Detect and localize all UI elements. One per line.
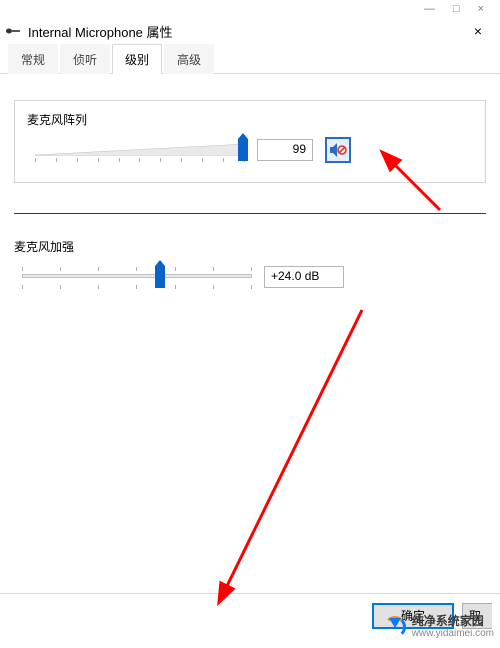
group-mic-array: 麦克风阵列 99 <box>14 100 486 183</box>
tab-listen[interactable]: 侦听 <box>60 44 110 74</box>
watermark-url: www.yidaimei.com <box>412 628 494 639</box>
mute-button[interactable] <box>325 137 351 163</box>
section-divider <box>14 213 486 214</box>
microphone-icon <box>4 24 22 38</box>
titlebar: Internal Microphone 属性 × <box>0 18 500 44</box>
minimize-icon[interactable]: — <box>424 3 435 15</box>
watermark-title: 纯净系统家园 <box>412 615 494 628</box>
tab-advanced[interactable]: 高级 <box>164 44 214 74</box>
mic-boost-slider-thumb[interactable] <box>155 266 165 288</box>
window-title: Internal Microphone 属性 <box>28 22 468 41</box>
maximize-icon[interactable]: □ <box>453 3 460 15</box>
mic-array-label: 麦克风阵列 <box>27 111 473 128</box>
watermark-logo-icon <box>384 616 406 638</box>
watermark: 纯净系统家园 www.yidaimei.com <box>384 615 494 639</box>
mic-array-slider[interactable] <box>35 136 245 164</box>
tab-general[interactable]: 常规 <box>8 44 58 74</box>
group-mic-boost: 麦克风加强 +24.0 dB <box>14 238 486 291</box>
dialog-close-icon[interactable]: × <box>468 21 488 41</box>
tab-strip: 常规 侦听 级别 高级 <box>0 44 500 74</box>
window-controls: — □ × <box>0 0 500 18</box>
mic-array-value[interactable]: 99 <box>257 139 313 161</box>
speaker-muted-icon <box>329 142 347 158</box>
close-icon[interactable]: × <box>478 3 484 15</box>
mic-boost-label: 麦克风加强 <box>14 238 486 255</box>
mic-boost-slider[interactable] <box>22 263 252 291</box>
tab-content-levels: 麦克风阵列 99 麦克风加强 <box>0 74 500 594</box>
tab-levels[interactable]: 级别 <box>112 44 162 74</box>
mic-boost-value: +24.0 dB <box>264 266 344 288</box>
mic-array-slider-thumb[interactable] <box>238 139 248 161</box>
